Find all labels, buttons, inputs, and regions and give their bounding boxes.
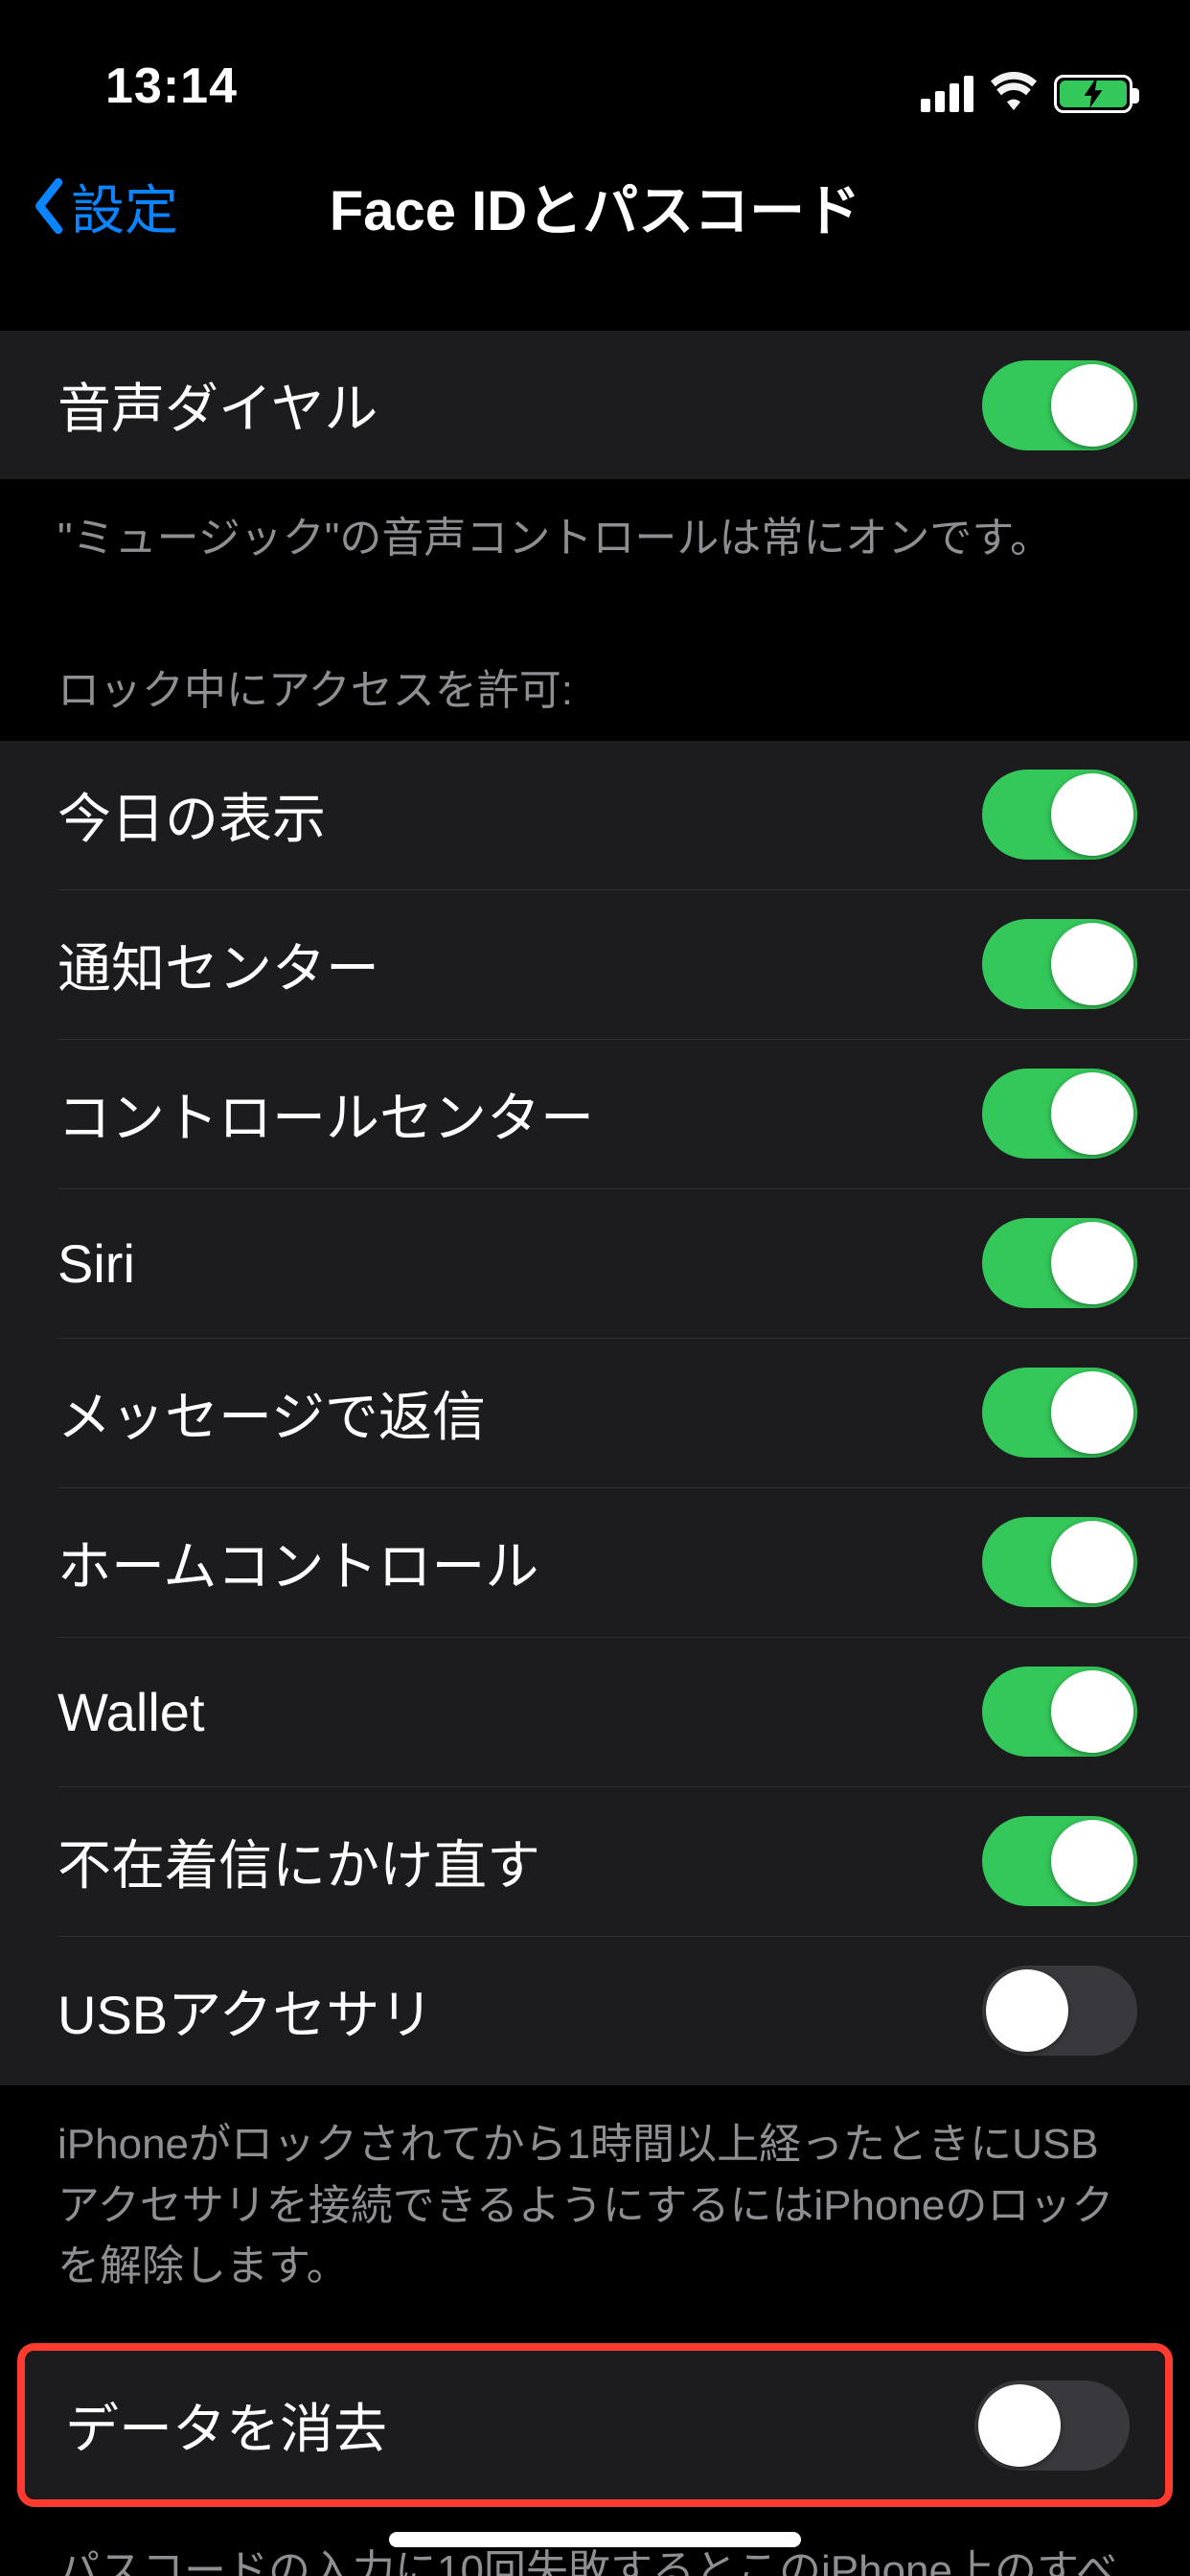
lock-access-label: Wallet	[57, 1681, 205, 1743]
lock-access-row[interactable]: 不在着信にかけ直す	[0, 1787, 1190, 1936]
lock-access-row[interactable]: Wallet	[0, 1638, 1190, 1786]
voice-dial-section: 音声ダイヤル	[0, 331, 1190, 479]
navigation-bar: 設定 Face IDとパスコード	[0, 134, 1190, 278]
lock-access-row[interactable]: USBアクセサリ	[0, 1937, 1190, 2085]
page-title: Face IDとパスコード	[330, 166, 860, 246]
lock-access-label: 今日の表示	[57, 776, 326, 854]
back-button[interactable]: 設定	[29, 168, 178, 245]
lock-access-row[interactable]: メッセージで返信	[0, 1339, 1190, 1487]
erase-data-label: データを消去	[65, 2386, 387, 2464]
status-indicators	[921, 72, 1133, 115]
lock-access-toggle[interactable]	[982, 1218, 1137, 1308]
erase-data-toggle[interactable]	[974, 2380, 1130, 2471]
lock-access-toggle[interactable]	[982, 1816, 1137, 1906]
voice-dial-row[interactable]: 音声ダイヤル	[0, 331, 1190, 479]
lock-access-footer: iPhoneがロックされてから1時間以上経ったときにUSBアクセサリを接続できる…	[0, 2085, 1190, 2326]
lock-access-toggle[interactable]	[982, 1069, 1137, 1159]
lock-access-row[interactable]: 今日の表示	[0, 741, 1190, 889]
chevron-left-icon	[29, 177, 71, 235]
lock-access-list: 今日の表示通知センターコントロールセンター Siri メッセージで返信ホームコントロ…	[0, 741, 1190, 2085]
lock-access-row[interactable]: コントロールセンター	[0, 1040, 1190, 1188]
lock-access-toggle[interactable]	[982, 770, 1137, 860]
lock-access-toggle[interactable]	[982, 1667, 1137, 1757]
voice-dial-footer: "ミュージック"の音声コントロールは常にオンです。	[0, 479, 1190, 598]
lock-access-toggle[interactable]	[982, 1368, 1137, 1458]
lock-access-row[interactable]: 通知センター	[0, 890, 1190, 1039]
battery-icon	[1054, 75, 1133, 113]
lock-access-label: ホームコントロール	[57, 1524, 538, 1601]
lock-access-label: USBアクセサリ	[57, 1972, 433, 2050]
status-bar: 13:14	[0, 0, 1190, 134]
lock-access-toggle[interactable]	[982, 1966, 1137, 2056]
lock-access-row[interactable]: ホームコントロール	[0, 1488, 1190, 1637]
voice-dial-label: 音声ダイヤル	[57, 366, 378, 444]
erase-data-highlight: データを消去	[17, 2343, 1173, 2507]
lock-access-toggle[interactable]	[982, 1517, 1137, 1607]
lock-access-label: コントロールセンター	[57, 1075, 594, 1153]
back-label: 設定	[71, 168, 178, 245]
wifi-icon	[991, 72, 1037, 115]
voice-dial-toggle[interactable]	[982, 360, 1137, 450]
lock-access-toggle[interactable]	[982, 919, 1137, 1009]
lock-access-label: 通知センター	[57, 926, 379, 1003]
home-indicator[interactable]	[389, 2532, 801, 2547]
status-time: 13:14	[105, 58, 238, 115]
lock-access-header: ロック中にアクセスを許可:	[0, 598, 1190, 741]
erase-data-row[interactable]: データを消去	[25, 2351, 1165, 2499]
lock-access-label: 不在着信にかけ直す	[57, 1823, 540, 1900]
lock-access-label: Siri	[57, 1232, 135, 1295]
lock-access-label: メッセージで返信	[57, 1374, 486, 1452]
cellular-signal-icon	[921, 76, 973, 112]
lock-access-row[interactable]: Siri	[0, 1189, 1190, 1338]
